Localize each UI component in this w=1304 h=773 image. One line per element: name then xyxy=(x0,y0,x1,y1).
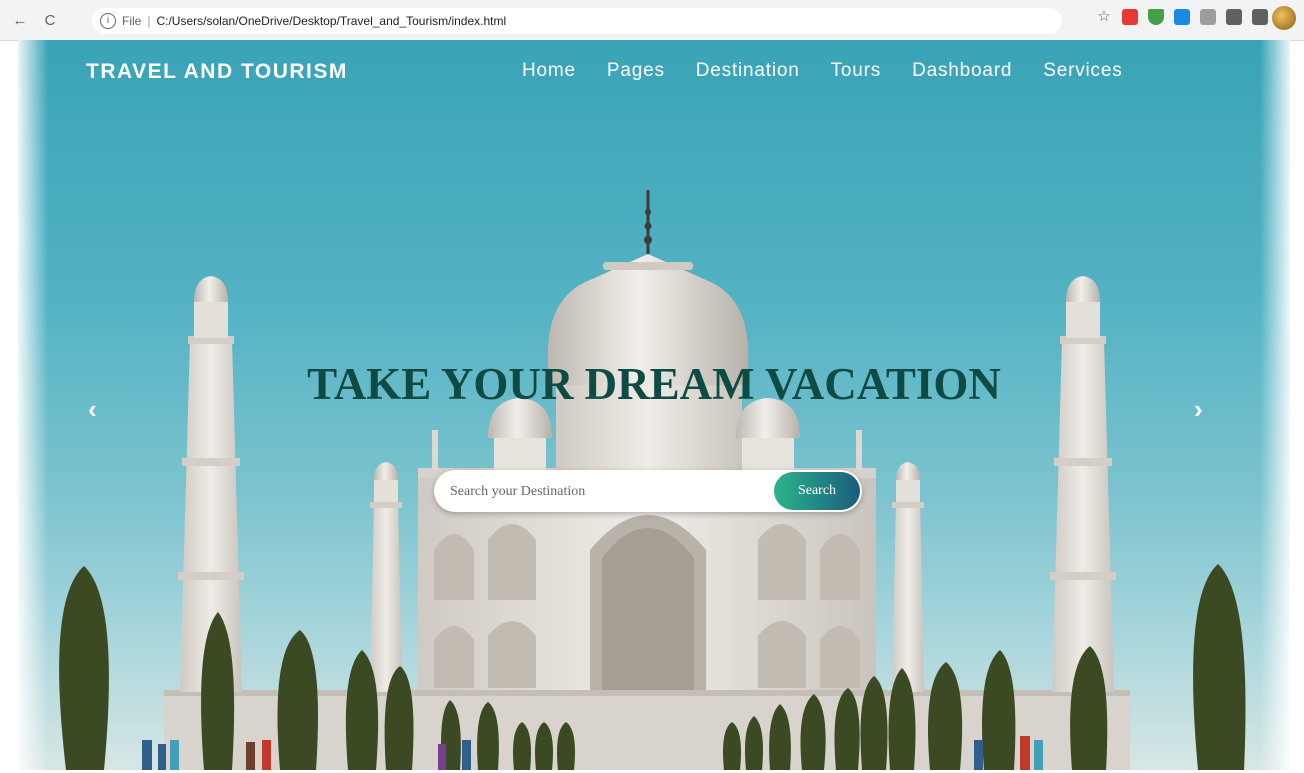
nav-destination[interactable]: Destination xyxy=(696,60,800,82)
playlist-extension-icon[interactable] xyxy=(1252,9,1268,25)
back-icon[interactable]: ← xyxy=(10,12,30,29)
site-brand[interactable]: TRAVEL AND TOURISM xyxy=(86,60,348,84)
nav-tours[interactable]: Tours xyxy=(831,60,881,82)
bookmark-star-icon[interactable]: ☆ xyxy=(1096,9,1112,25)
search-button[interactable]: Search xyxy=(774,472,860,510)
nav-pages[interactable]: Pages xyxy=(607,60,665,82)
nav-dashboard[interactable]: Dashboard xyxy=(912,60,1012,82)
profile-avatar[interactable] xyxy=(1272,6,1296,30)
puzzle-extension-icon[interactable] xyxy=(1226,9,1242,25)
shield-extension-icon[interactable] xyxy=(1148,9,1164,25)
nav-services[interactable]: Services xyxy=(1043,60,1122,82)
search-input[interactable] xyxy=(448,470,772,514)
carousel-prev-icon[interactable]: ‹ xyxy=(88,394,97,425)
main-nav: Home Pages Destination Tours Dashboard S… xyxy=(522,60,1123,82)
nav-home[interactable]: Home xyxy=(522,60,576,82)
address-bar[interactable]: i File | C:/Users/solan/OneDrive/Desktop… xyxy=(92,8,1062,34)
browser-nav: ← C xyxy=(10,7,60,33)
extension-bar: ☆ xyxy=(1096,9,1268,25)
red-extension-icon[interactable] xyxy=(1122,9,1138,25)
camera-extension-icon[interactable] xyxy=(1200,9,1216,25)
reload-icon[interactable]: C xyxy=(40,12,60,29)
browser-toolbar: ← C i File | C:/Users/solan/OneDrive/Des… xyxy=(0,0,1304,41)
info-icon[interactable]: i xyxy=(100,13,116,29)
url-separator: | xyxy=(147,14,151,28)
carousel-next-icon[interactable]: › xyxy=(1194,394,1203,425)
url-text[interactable]: C:/Users/solan/OneDrive/Desktop/Travel_a… xyxy=(156,14,506,28)
calendar-extension-icon[interactable] xyxy=(1174,9,1190,25)
hero-section: TRAVEL AND TOURISM Home Pages Destinatio… xyxy=(18,40,1290,770)
hero-headline: TAKE YOUR DREAM VACATION xyxy=(307,359,1001,409)
destination-search: Search xyxy=(434,470,862,514)
url-scheme: File xyxy=(122,14,142,28)
